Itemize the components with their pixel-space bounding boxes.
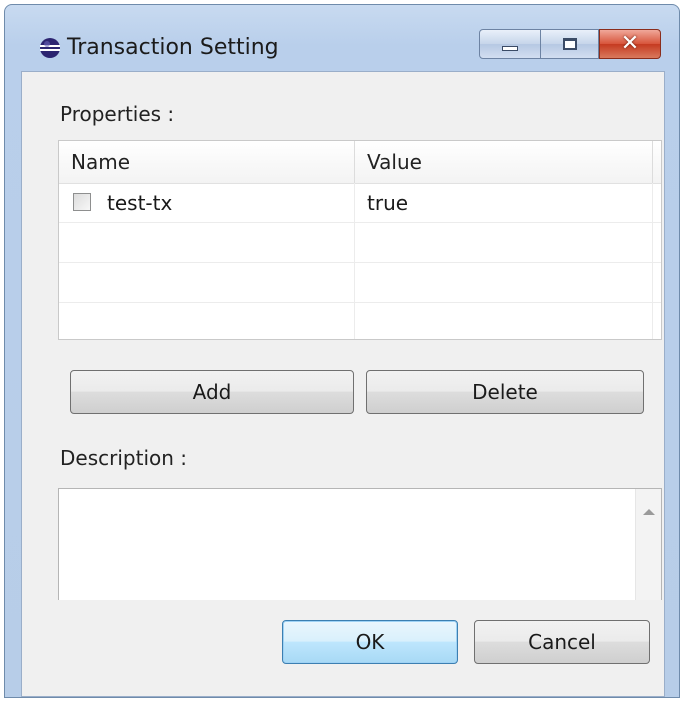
table-row[interactable] (59, 263, 661, 303)
table-row[interactable]: test-tx true (59, 183, 661, 223)
cell-name[interactable] (59, 263, 355, 303)
cell-name[interactable]: test-tx (59, 183, 355, 223)
maximize-icon (562, 38, 577, 50)
delete-button[interactable]: Delete (366, 370, 644, 414)
properties-label: Properties : (60, 102, 175, 126)
cell-value[interactable] (355, 303, 653, 339)
maximize-button[interactable] (541, 29, 599, 59)
cell-name[interactable] (59, 223, 355, 263)
table-row[interactable] (59, 303, 661, 339)
description-label: Description : (60, 446, 188, 470)
cancel-button[interactable]: Cancel (474, 620, 650, 664)
table-header: Name Value (59, 141, 661, 184)
close-button[interactable]: ✕ (599, 29, 661, 59)
vertical-scrollbar[interactable] (635, 489, 661, 600)
cell-name[interactable] (59, 303, 355, 339)
column-header-value[interactable]: Value (355, 141, 653, 183)
dialog-content: Properties : Name Value test-tx true Add… (21, 71, 665, 697)
window-title: Transaction Setting (67, 35, 279, 60)
cell-value[interactable] (355, 223, 653, 263)
cell-value[interactable]: true (355, 183, 653, 223)
table-row[interactable] (59, 223, 661, 263)
cell-value[interactable] (355, 263, 653, 303)
description-textarea[interactable] (58, 488, 662, 600)
add-button[interactable]: Add (70, 370, 354, 414)
scroll-up-arrow-icon[interactable] (643, 509, 655, 515)
minimize-icon (502, 45, 518, 51)
description-value (59, 489, 661, 505)
properties-table[interactable]: Name Value test-tx true (58, 140, 662, 340)
close-icon: ✕ (620, 31, 640, 56)
minimize-button[interactable] (479, 29, 541, 59)
eclipse-globe-icon (40, 38, 60, 58)
dialog-window: Transaction Setting ✕ Properties : Name … (4, 4, 680, 698)
column-header-name[interactable]: Name (59, 141, 355, 183)
ok-button[interactable]: OK (282, 620, 458, 664)
